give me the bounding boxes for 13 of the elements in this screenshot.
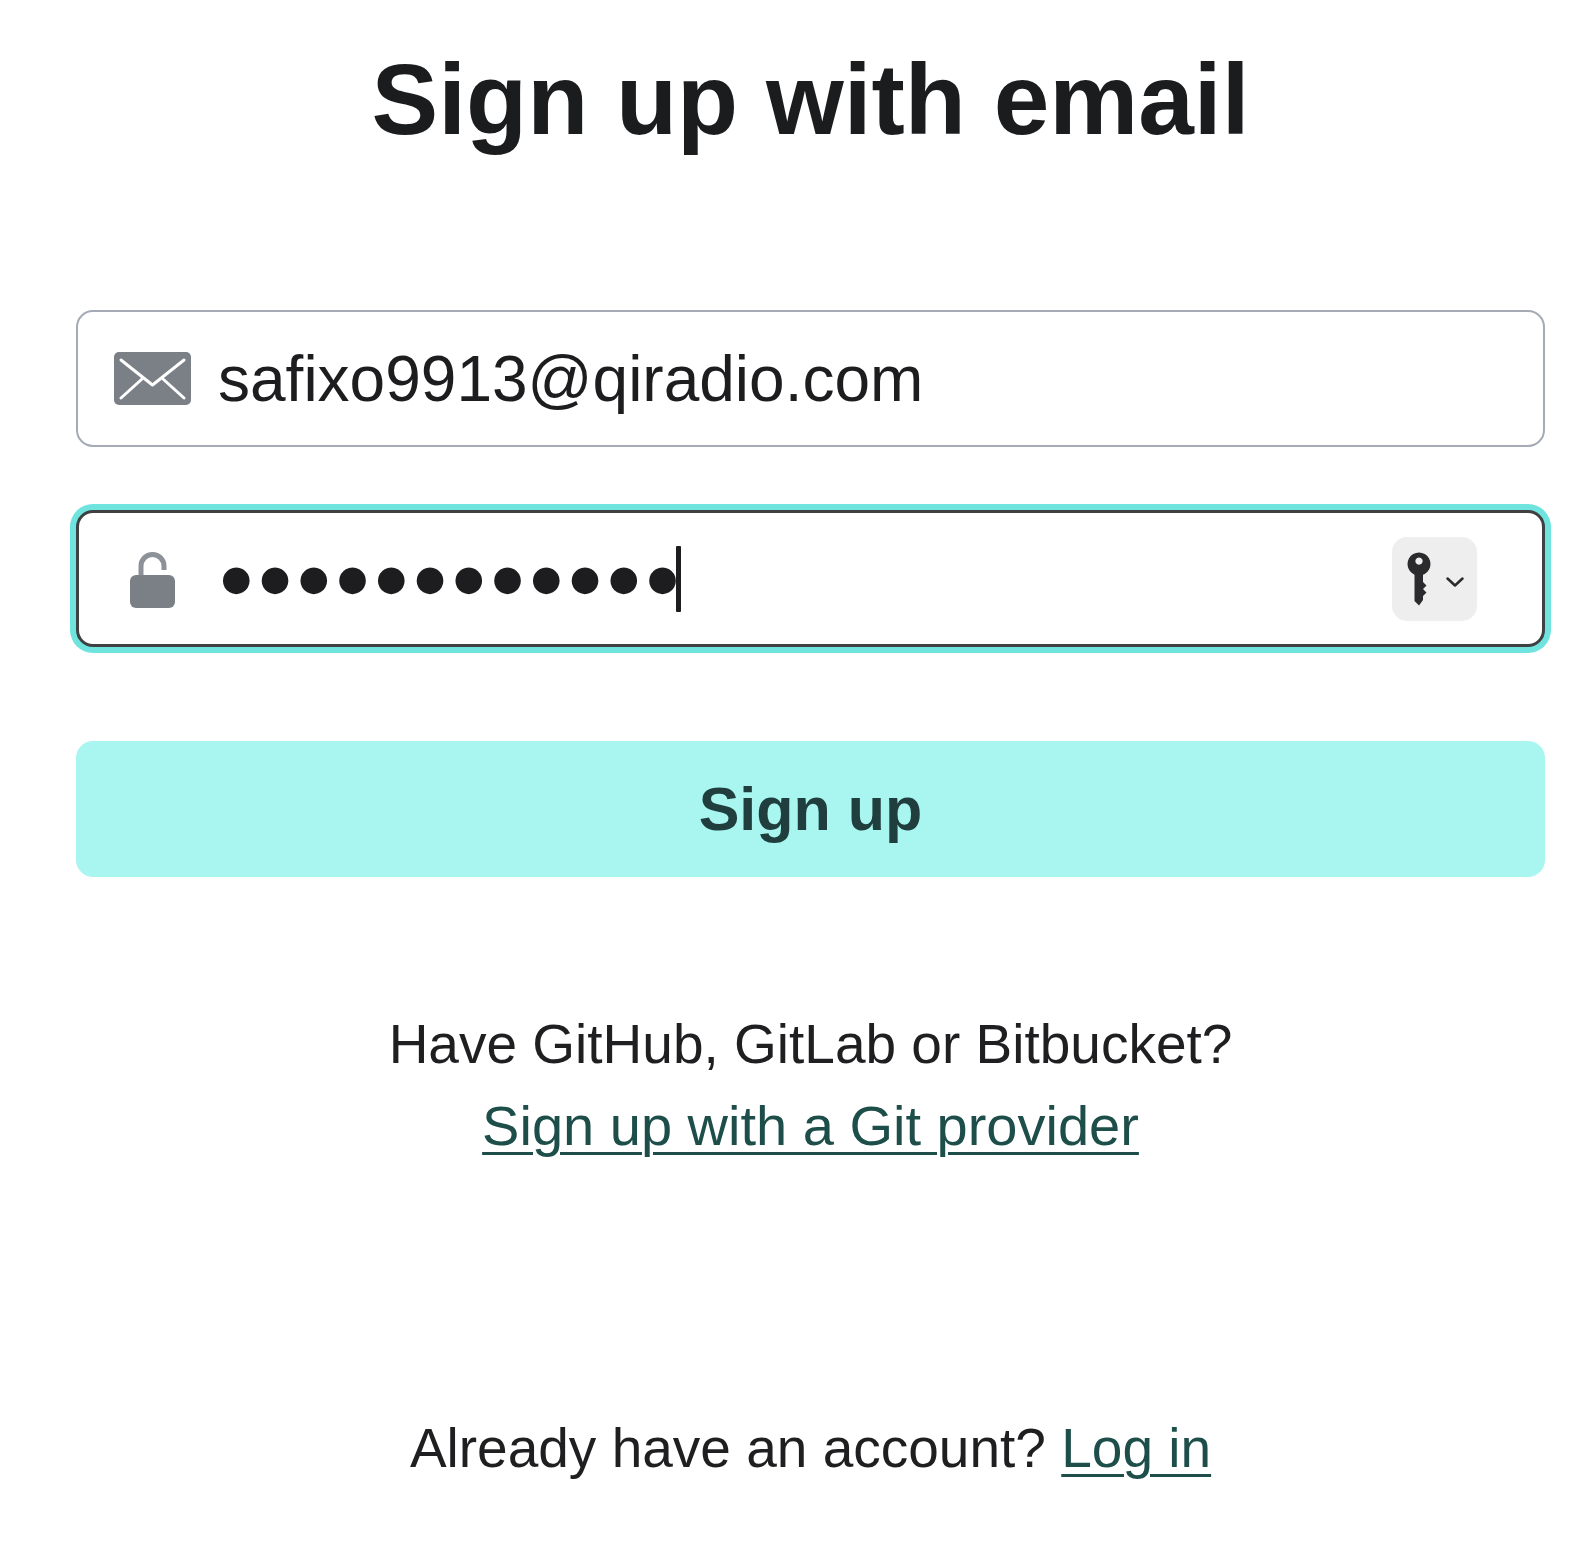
log-in-link[interactable]: Log in — [1061, 1408, 1212, 1489]
git-provider-signup-link[interactable]: Sign up with a Git provider — [482, 1085, 1139, 1166]
key-icon — [1407, 551, 1431, 606]
sign-up-button[interactable]: Sign up — [76, 741, 1545, 877]
account-prompt: Already have an account? — [409, 1416, 1046, 1481]
git-provider-prompt: Have GitHub, GitLab or Bitbucket? — [388, 1012, 1233, 1077]
envelope-icon — [114, 352, 191, 405]
page-title: Sign up with email — [370, 42, 1251, 157]
email-field[interactable]: safixo9913@qiradio.com — [76, 310, 1545, 447]
padlock-icon — [130, 549, 175, 608]
key-button[interactable] — [1392, 536, 1477, 621]
text-cursor — [675, 545, 681, 612]
chevron-down-icon — [1446, 576, 1464, 587]
